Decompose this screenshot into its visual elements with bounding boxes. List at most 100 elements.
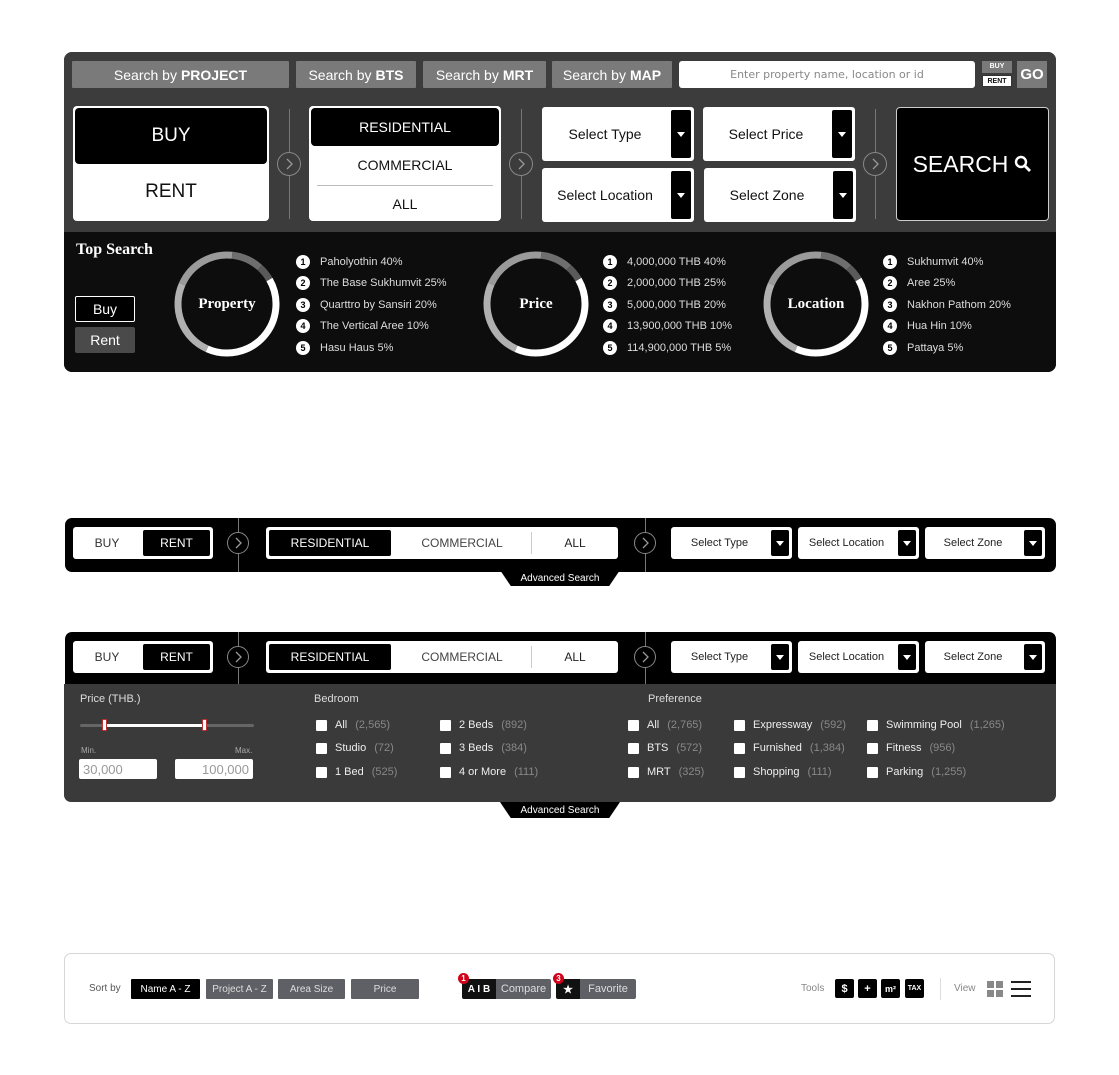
min-price-input[interactable] <box>79 759 157 779</box>
tab-search-by-map[interactable]: Search by MAP <box>552 61 672 88</box>
caret-down-icon[interactable] <box>1024 644 1042 670</box>
top-search-rent-button[interactable]: Rent <box>75 327 135 353</box>
select-zone-dropdown[interactable]: Select Zone <box>704 168 856 222</box>
checkbox-option[interactable]: Shopping (111) <box>734 766 832 778</box>
price-range-slider[interactable] <box>80 719 254 731</box>
list-view-icon[interactable] <box>1011 981 1031 997</box>
select-zone-dropdown[interactable]: Select Zone <box>925 527 1045 559</box>
buy-rent-mini-toggle[interactable]: BUY RENT <box>982 61 1012 88</box>
select-zone-dropdown[interactable]: Select Zone <box>925 641 1045 673</box>
compare-button[interactable]: A I B Compare <box>462 979 551 999</box>
checkbox-option[interactable]: 1 Bed (525) <box>316 766 397 778</box>
rent-toggle-option[interactable]: RENT <box>143 530 210 556</box>
slider-max-handle[interactable] <box>201 719 207 731</box>
commercial-option[interactable]: COMMERCIAL <box>393 641 531 673</box>
residential-option[interactable]: RESIDENTIAL <box>269 644 391 670</box>
rank-item[interactable]: 4 Hua Hin 10% <box>883 316 1011 338</box>
checkbox-option[interactable]: Swimming Pool (1,265) <box>867 719 1005 731</box>
sort-price-button[interactable]: Price <box>351 979 419 999</box>
checkbox-option[interactable]: MRT (325) <box>628 766 704 778</box>
all-option[interactable]: ALL <box>532 641 618 673</box>
caret-down-icon[interactable] <box>671 171 691 219</box>
rank-item[interactable]: 3 Quarttro by Sansiri 20% <box>296 294 447 316</box>
sort-area-button[interactable]: Area Size <box>278 979 345 999</box>
favorite-button[interactable]: ★ Favorite <box>556 979 636 999</box>
select-location-dropdown[interactable]: Select Location <box>542 168 694 222</box>
checkbox[interactable] <box>316 742 327 754</box>
checkbox-option[interactable]: BTS (572) <box>628 742 702 754</box>
sort-name-button[interactable]: Name A - Z <box>131 979 200 999</box>
checkbox[interactable] <box>867 766 878 778</box>
rank-item[interactable]: 5 Hasu Haus 5% <box>296 337 447 359</box>
property-search-input[interactable] <box>679 61 975 88</box>
rank-item[interactable]: 1 4,000,000 THB 40% <box>603 251 732 273</box>
caret-down-icon[interactable] <box>833 171 853 219</box>
checkbox-option[interactable]: Parking (1,255) <box>867 766 966 778</box>
checkbox-option[interactable]: Expressway (592) <box>734 719 846 731</box>
advanced-search-tab[interactable]: Advanced Search <box>500 570 620 586</box>
checkbox-option[interactable]: Studio (72) <box>316 742 394 754</box>
caret-down-icon[interactable] <box>771 644 789 670</box>
tax-tool-button[interactable]: TAX <box>905 979 924 998</box>
caret-down-icon[interactable] <box>771 530 789 556</box>
mini-rent-option[interactable]: RENT <box>982 75 1012 87</box>
sort-project-button[interactable]: Project A - Z <box>206 979 273 999</box>
deal-rent-option[interactable]: RENT <box>75 164 267 219</box>
area-tool-button[interactable]: m² <box>881 979 900 998</box>
rank-item[interactable]: 1 Sukhumvit 40% <box>883 251 1011 273</box>
select-location-dropdown[interactable]: Select Location <box>798 641 919 673</box>
tab-search-by-project[interactable]: Search by PROJECT <box>72 61 289 88</box>
caret-down-icon[interactable] <box>832 110 852 158</box>
checkbox[interactable] <box>628 766 639 778</box>
checkbox-option[interactable]: All (2,765) <box>628 719 702 731</box>
rank-item[interactable]: 2 2,000,000 THB 25% <box>603 273 732 295</box>
tab-search-by-bts[interactable]: Search by BTS <box>296 61 416 88</box>
top-search-buy-button[interactable]: Buy <box>75 296 135 322</box>
select-type-dropdown[interactable]: Select Type <box>671 641 792 673</box>
checkbox[interactable] <box>734 719 745 731</box>
checkbox-option[interactable]: 4 or More (111) <box>440 766 538 778</box>
mini-buy-option[interactable]: BUY <box>982 61 1012 73</box>
checkbox-option[interactable]: 2 Beds (892) <box>440 719 527 731</box>
deal-buy-option[interactable]: BUY <box>75 108 267 164</box>
rank-item[interactable]: 3 5,000,000 THB 20% <box>603 294 732 316</box>
max-price-input[interactable] <box>175 759 253 779</box>
checkbox[interactable] <box>440 742 451 754</box>
checkbox[interactable] <box>316 719 327 731</box>
select-type-dropdown[interactable]: Select Type <box>542 107 694 161</box>
rank-item[interactable]: 5 114,900,000 THB 5% <box>603 337 732 359</box>
currency-tool-button[interactable]: $ <box>835 979 854 998</box>
go-button[interactable]: GO <box>1017 61 1047 88</box>
rank-item[interactable]: 5 Pattaya 5% <box>883 337 1011 359</box>
checkbox-option[interactable]: Furnished (1,384) <box>734 742 845 754</box>
checkbox-option[interactable]: 3 Beds (384) <box>440 742 527 754</box>
checkbox-option[interactable]: Fitness (956) <box>867 742 955 754</box>
caret-down-icon[interactable] <box>671 110 691 158</box>
rank-item[interactable]: 3 Nakhon Pathom 20% <box>883 294 1011 316</box>
checkbox[interactable] <box>734 766 745 778</box>
add-tool-button[interactable]: + <box>858 979 877 998</box>
rank-item[interactable]: 2 Aree 25% <box>883 273 1011 295</box>
category-commercial-option[interactable]: COMMERCIAL <box>311 146 499 184</box>
rank-item[interactable]: 2 The Base Sukhumvit 25% <box>296 273 447 295</box>
checkbox[interactable] <box>628 742 639 754</box>
category-residential-option[interactable]: RESIDENTIAL <box>311 108 499 146</box>
checkbox[interactable] <box>316 766 327 778</box>
select-location-dropdown[interactable]: Select Location <box>798 527 919 559</box>
checkbox[interactable] <box>867 742 878 754</box>
buy-toggle-option[interactable]: BUY <box>73 641 141 673</box>
checkbox[interactable] <box>440 766 451 778</box>
advanced-search-tab[interactable]: Advanced Search <box>500 802 620 818</box>
rent-toggle-option[interactable]: RENT <box>143 644 210 670</box>
checkbox[interactable] <box>628 719 639 731</box>
all-option[interactable]: ALL <box>532 527 618 559</box>
checkbox[interactable] <box>440 719 451 731</box>
rank-item[interactable]: 4 The Vertical Aree 10% <box>296 316 447 338</box>
select-price-dropdown[interactable]: Select Price <box>703 107 855 161</box>
grid-view-icon[interactable] <box>987 981 1003 997</box>
checkbox[interactable] <box>734 742 745 754</box>
select-type-dropdown[interactable]: Select Type <box>671 527 792 559</box>
commercial-option[interactable]: COMMERCIAL <box>393 527 531 559</box>
caret-down-icon[interactable] <box>898 530 916 556</box>
search-button[interactable]: SEARCH <box>896 107 1049 221</box>
